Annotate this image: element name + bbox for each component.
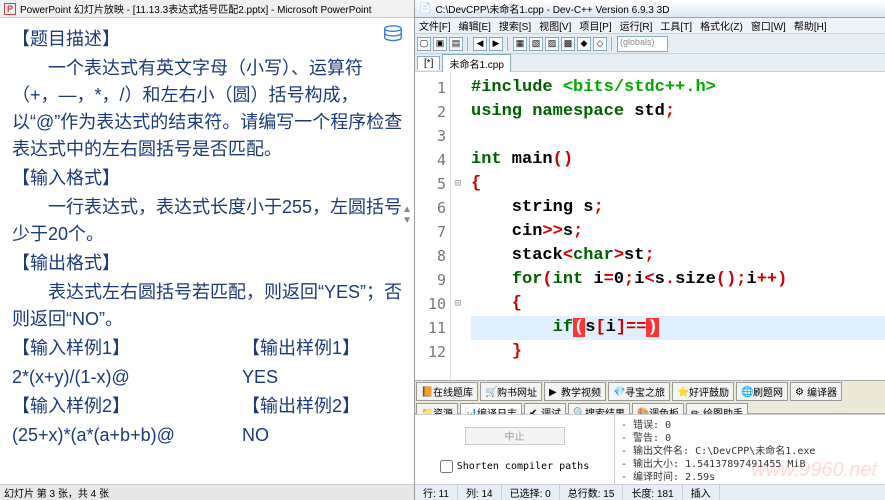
globe-icon: 🌐 bbox=[741, 387, 751, 397]
devcpp-app-icon: 📄 bbox=[419, 3, 431, 14]
status-ins: 插入 bbox=[683, 485, 720, 500]
btab-online[interactable]: 📙在线题库 bbox=[416, 382, 478, 401]
sample2-out-value: NO bbox=[242, 422, 269, 449]
tb-stop-icon[interactable]: ◇ bbox=[593, 37, 607, 51]
menu-file[interactable]: 文件[F] bbox=[419, 18, 451, 33]
tb-compile-icon[interactable]: ▦ bbox=[513, 37, 527, 51]
code-text[interactable]: #include <bits/stdc++.h> using namespace… bbox=[465, 72, 885, 380]
sample2-in-value: (25+x)*(a*(a+b+b)@ bbox=[12, 422, 242, 449]
powerpoint-icon: P bbox=[4, 3, 16, 15]
scroll-indicator[interactable]: ▲▼ bbox=[402, 204, 412, 226]
tb-open-icon[interactable]: ▣ bbox=[433, 37, 447, 51]
code-editor[interactable]: 123456789101112 ⊟⊟ #include <bits/stdc++… bbox=[415, 72, 885, 380]
menu-run[interactable]: 运行[R] bbox=[620, 18, 653, 33]
devcpp-toolbar: ▢ ▣ ▤ ◀ ▶ ▦ ▧ ▨ ▩ ◆ ◇ (globals) bbox=[415, 34, 885, 54]
powerpoint-title-text: PowerPoint 幻灯片放映 - [11.13.3表达式括号匹配2.pptx… bbox=[20, 1, 372, 16]
btab-rate[interactable]: ⭐好评鼓励 bbox=[672, 382, 734, 401]
cart-icon: 🛒 bbox=[485, 387, 495, 397]
menu-edit[interactable]: 编辑[E] bbox=[459, 18, 491, 33]
menu-view[interactable]: 视图[V] bbox=[539, 18, 571, 33]
tb-debug-icon[interactable]: ◆ bbox=[577, 37, 591, 51]
menu-project[interactable]: 项目[P] bbox=[579, 18, 611, 33]
btab-shop[interactable]: 🛒购书网址 bbox=[480, 382, 542, 401]
book-icon: 📙 bbox=[421, 387, 431, 397]
btab-treasure[interactable]: 💎寻宝之旅 bbox=[608, 382, 670, 401]
gem-icon: 💎 bbox=[613, 387, 623, 397]
menu-tools[interactable]: 工具[T] bbox=[660, 18, 692, 33]
menu-format[interactable]: 格式化(Z) bbox=[700, 18, 743, 33]
compiler-panel: 中止 Shorten compiler paths - 错误: 0 - 警告: … bbox=[415, 414, 885, 484]
gear-icon: ⚙ bbox=[795, 387, 805, 397]
menu-window[interactable]: 窗口[W] bbox=[751, 18, 786, 33]
star-icon: ⭐ bbox=[677, 387, 687, 397]
btab-compiler[interactable]: ⚙编译器 bbox=[790, 382, 842, 401]
slide-body: ▲▼ 【题目描述】 一个表达式有英文字母（小写）、运算符（+，—，*，/）和左右… bbox=[0, 18, 414, 484]
devcpp-title-text: C:\DevCPP\未命名1.cpp - Dev-C++ Version 6.9… bbox=[435, 1, 669, 16]
abort-button[interactable]: 中止 bbox=[465, 427, 565, 445]
menu-search[interactable]: 搜索[S] bbox=[499, 18, 531, 33]
powerpoint-statusbar: 幻灯片 第 3 张，共 4 张 bbox=[0, 484, 414, 500]
sample1-in-value: 2*(x+y)/(1-x)@ bbox=[12, 364, 242, 391]
tb-rebuild-icon[interactable]: ▩ bbox=[561, 37, 575, 51]
compiler-output: - 错误: 0 - 警告: 0 - 输出文件名: C:\DevCPP\未命名1.… bbox=[615, 415, 885, 484]
status-total: 总行数: 15 bbox=[560, 485, 624, 500]
input-text: 一行表达式，表达式长度小于255，左圆括号少于20个。 bbox=[12, 194, 406, 248]
btab-practice[interactable]: 🌐刷题网 bbox=[736, 382, 788, 401]
status-col: 列: 14 bbox=[458, 485, 502, 500]
database-icon[interactable] bbox=[382, 24, 404, 49]
output-text: 表达式左右圆括号若匹配，则返回“YES”；否则返回“NO”。 bbox=[12, 279, 406, 333]
sample2-in-label: 【输入样例2】 bbox=[12, 393, 242, 420]
devcpp-titlebar: 📄 C:\DevCPP\未命名1.cpp - Dev-C++ Version 6… bbox=[415, 0, 885, 18]
tb-back-icon[interactable]: ◀ bbox=[473, 37, 487, 51]
video-icon: ▶ bbox=[549, 387, 559, 397]
editor-tabstrip: [*] 未命名1.cpp bbox=[415, 54, 885, 72]
status-len: 长度: 181 bbox=[623, 485, 682, 500]
powerpoint-titlebar: P PowerPoint 幻灯片放映 - [11.13.3表达式括号匹配2.pp… bbox=[0, 0, 414, 18]
sample1-in-label: 【输入样例1】 bbox=[12, 335, 242, 362]
btab-video[interactable]: ▶教学视频 bbox=[544, 382, 606, 401]
powerpoint-window: P PowerPoint 幻灯片放映 - [11.13.3表达式括号匹配2.pp… bbox=[0, 0, 415, 500]
menu-help[interactable]: 帮助[H] bbox=[794, 18, 827, 33]
tb-run-icon[interactable]: ▧ bbox=[529, 37, 543, 51]
tab-modified-indicator[interactable]: [*] bbox=[417, 56, 440, 70]
status-line: 行: 11 bbox=[415, 485, 458, 500]
devcpp-menubar[interactable]: 文件[F] 编辑[E] 搜索[S] 视图[V] 项目[P] 运行[R] 工具[T… bbox=[415, 18, 885, 34]
shorten-paths-checkbox[interactable]: Shorten compiler paths bbox=[440, 460, 589, 473]
scope-combo[interactable]: (globals) bbox=[617, 36, 668, 52]
devcpp-window: 📄 C:\DevCPP\未命名1.cpp - Dev-C++ Version 6… bbox=[415, 0, 885, 500]
tb-save-icon[interactable]: ▤ bbox=[449, 37, 463, 51]
heading-input: 【输入格式】 bbox=[12, 165, 406, 192]
problem-content: 【题目描述】 一个表达式有英文字母（小写）、运算符（+，—，*，/）和左右小（圆… bbox=[12, 26, 406, 449]
devcpp-statusbar: 行: 11 列: 14 已选择: 0 总行数: 15 长度: 181 插入 bbox=[415, 484, 885, 500]
line-gutter: 123456789101112 bbox=[415, 72, 451, 380]
tb-new-icon[interactable]: ▢ bbox=[417, 37, 431, 51]
status-sel: 已选择: 0 bbox=[502, 485, 560, 500]
sample1-out-label: 【输出样例1】 bbox=[242, 335, 360, 362]
fold-gutter[interactable]: ⊟⊟ bbox=[451, 72, 465, 380]
heading-output: 【输出格式】 bbox=[12, 250, 406, 277]
tb-fwd-icon[interactable]: ▶ bbox=[489, 37, 503, 51]
heading-desc: 【题目描述】 bbox=[12, 26, 406, 53]
desc-text: 一个表达式有英文字母（小写）、运算符（+，—，*，/）和左右小（圆）括号构成，以… bbox=[12, 55, 406, 163]
slide-counter: 幻灯片 第 3 张，共 4 张 bbox=[4, 485, 109, 500]
tb-compilerun-icon[interactable]: ▨ bbox=[545, 37, 559, 51]
tab-file[interactable]: 未命名1.cpp bbox=[442, 54, 510, 72]
sample2-out-label: 【输出样例2】 bbox=[242, 393, 360, 420]
bottom-tabstrip: 📙在线题库 🛒购书网址 ▶教学视频 💎寻宝之旅 ⭐好评鼓励 🌐刷题网 ⚙编译器 … bbox=[415, 380, 885, 414]
sample1-out-value: YES bbox=[242, 364, 278, 391]
